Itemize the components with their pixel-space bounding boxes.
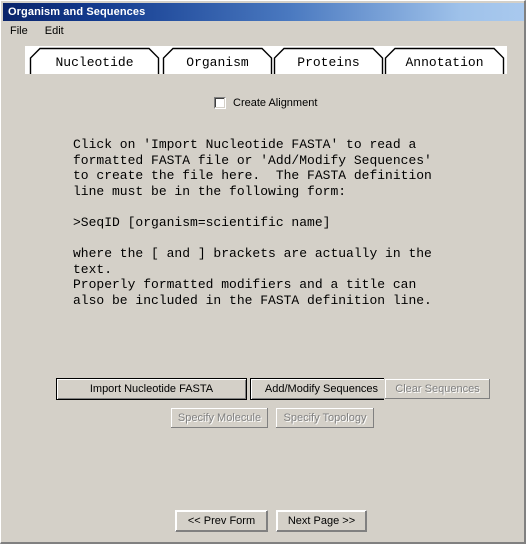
add-modify-sequences-button[interactable]: Add/Modify Sequences [250, 378, 393, 400]
create-alignment-checkbox[interactable] [214, 97, 226, 109]
instructions-text: Click on 'Import Nucleotide FASTA' to re… [73, 137, 432, 308]
tab-nucleotide[interactable]: Nucleotide [29, 46, 160, 75]
menu-item-file[interactable]: File [10, 24, 37, 38]
tab-proteins[interactable]: Proteins [273, 46, 384, 75]
tab-organism[interactable]: Organism [162, 46, 273, 75]
specify-molecule-button: Specify Molecule [170, 407, 269, 429]
window-title: Organism and Sequences [8, 6, 146, 18]
next-page-button[interactable]: Next Page >> [276, 510, 367, 532]
application-window: Organism and Sequences File Edit Nucleot… [0, 0, 526, 544]
tab-strip: Nucleotide Organism Proteins Annotation [25, 46, 507, 75]
create-alignment-label: Create Alignment [233, 97, 318, 109]
menu-bar: File Edit [2, 22, 524, 40]
tab-nucleotide-label: Nucleotide [55, 54, 134, 70]
prev-form-button[interactable]: << Prev Form [175, 510, 268, 532]
tab-proteins-label: Proteins [297, 54, 360, 70]
import-nucleotide-fasta-button[interactable]: Import Nucleotide FASTA [56, 378, 247, 400]
menu-item-edit[interactable]: Edit [45, 24, 73, 38]
create-alignment-row[interactable]: Create Alignment [214, 97, 317, 109]
title-bar: Organism and Sequences [3, 3, 524, 21]
tab-content-panel: Create Alignment Click on 'Import Nucleo… [9, 74, 517, 532]
clear-sequences-button: Clear Sequences [384, 378, 491, 400]
specify-topology-button: Specify Topology [275, 407, 375, 429]
tab-annotation-label: Annotation [405, 54, 484, 70]
tab-organism-label: Organism [186, 54, 249, 70]
tab-annotation[interactable]: Annotation [384, 46, 505, 75]
